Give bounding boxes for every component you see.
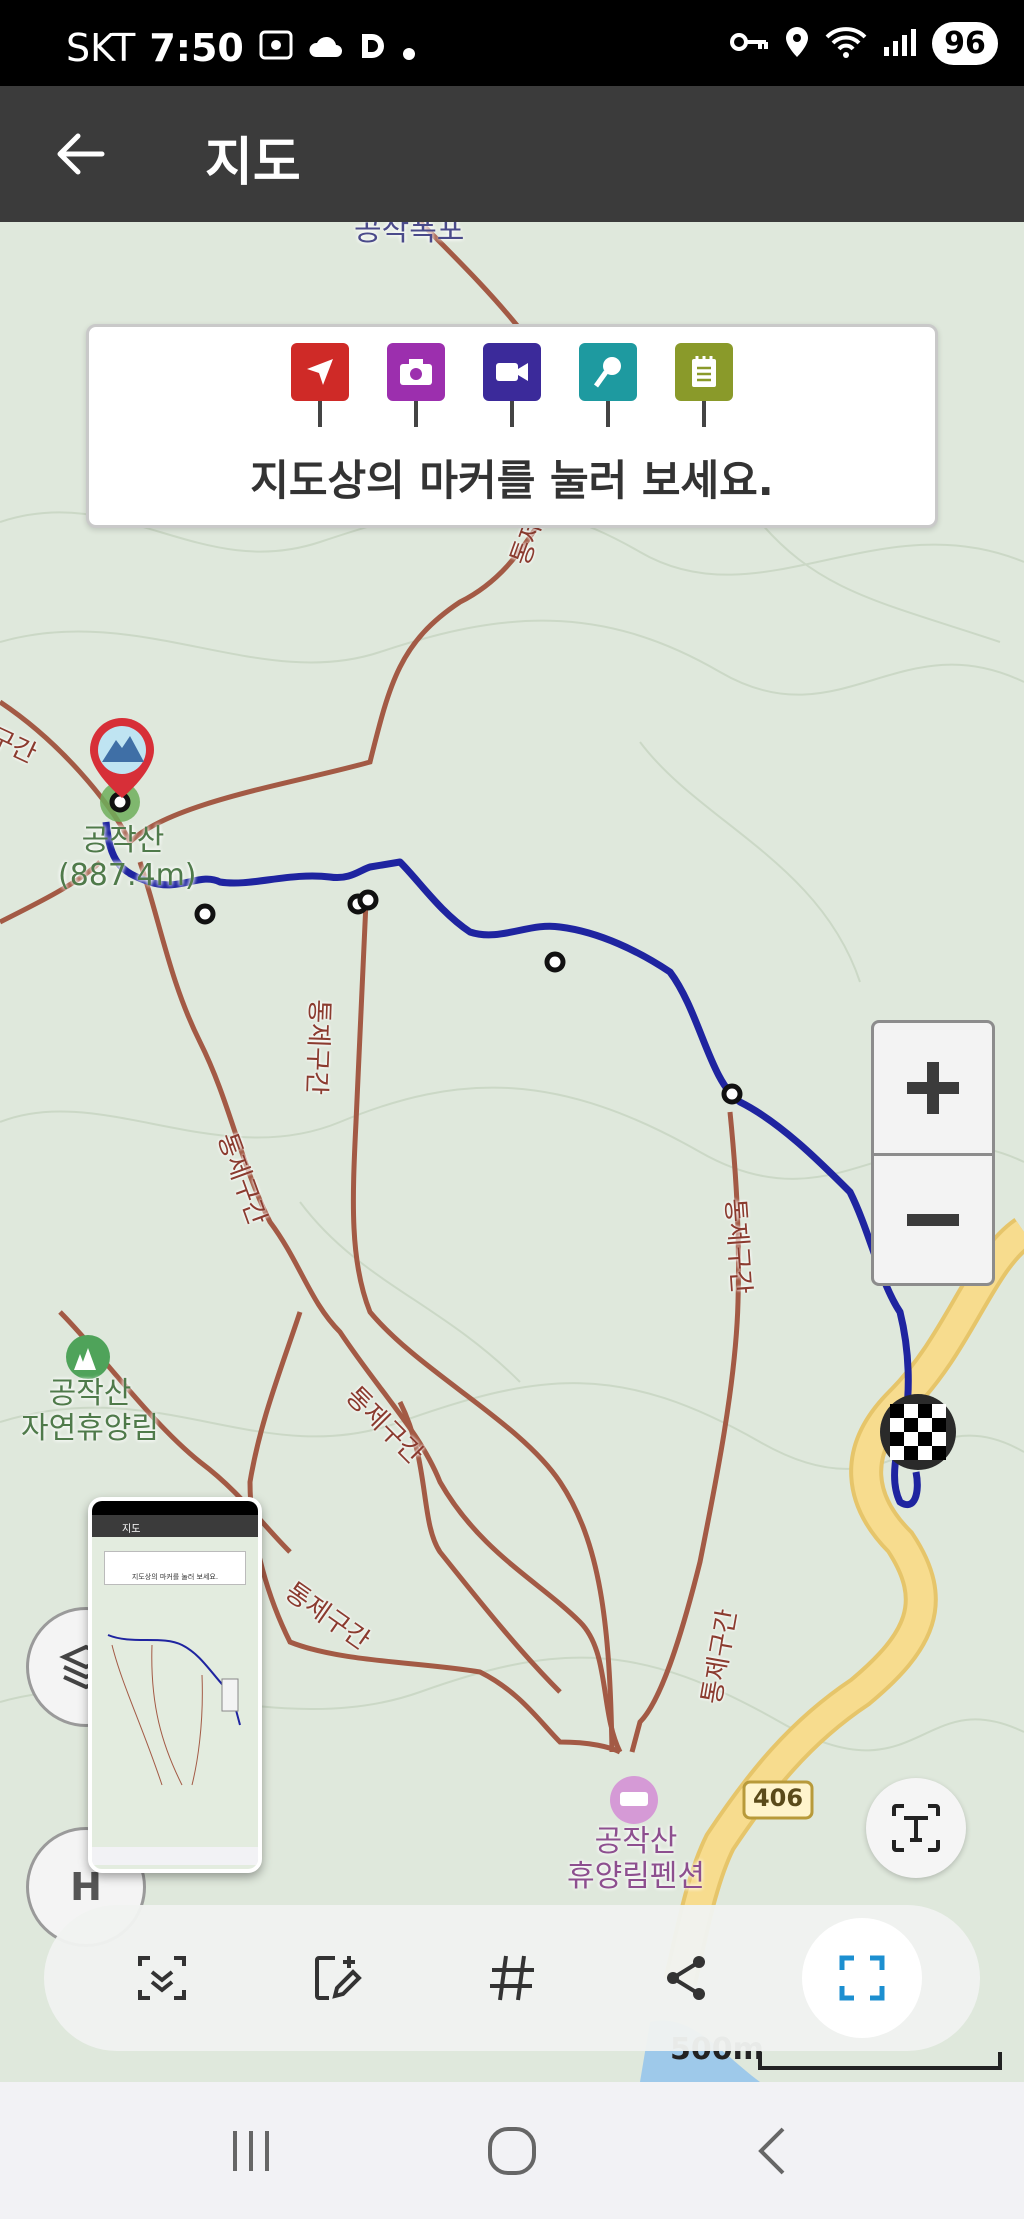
hashtag-icon [489,1955,534,2001]
battery-indicator: 96 [932,22,998,65]
pension-name-line2: 휴양림펜션 [567,1858,705,1894]
system-nav-bar [0,2082,1024,2219]
notepad-marker-icon [675,343,733,431]
scale-bar [758,2052,1002,2070]
thumb-legend: 지도상의 마커를 눌러 보세요. [104,1551,246,1585]
back-chevron-icon [758,2127,785,2174]
video-marker-icon [483,343,541,431]
peak-height: (887.4m) [58,857,197,893]
recent-apps-button[interactable] [206,2106,296,2196]
forest-name-line2: 자연휴양림 [21,1410,159,1446]
scroll-capture-icon [137,1956,186,2000]
road-number: 406 [752,1784,804,1812]
scroll-capture-button[interactable] [102,1918,222,2038]
screenshot-toolbar [44,1905,980,2051]
thumb-hint: 지도상의 마커를 눌러 보세요. [131,1573,219,1581]
pension-label: 공작산 휴양림펜션 [556,1824,716,1894]
recents-icon [232,2130,269,2171]
zoom-in-button[interactable] [874,1023,992,1153]
page-title: 지도 [205,133,301,193]
app-bar: 지도 [0,86,1024,222]
edit-icon [314,1956,362,2000]
thumb-title: 지도 [122,1524,141,1535]
carrier-label: SKT [66,26,136,70]
minus-icon [907,1213,959,1226]
microphone-marker-icon [579,343,637,431]
zoom-out-button[interactable] [874,1153,992,1283]
cloud-icon [308,26,344,70]
peak-label: 공작산 (887.4m) [58,823,197,893]
plus-icon [907,1062,959,1114]
thumb-status-bar [92,1501,258,1515]
peak-name: 공작산 [81,823,165,858]
forest-name-line1: 공작산 [48,1376,132,1411]
home-button[interactable] [467,2106,557,2196]
back-arrow-icon[interactable] [52,126,108,182]
home-icon [487,2126,536,2175]
camera-marker-icon [387,343,445,431]
legend-hint: 지도상의 마커를 눌러 보세요. [250,456,774,505]
signal-icon [882,27,918,61]
edit-button[interactable] [277,1918,397,2038]
extract-text-button[interactable] [866,1778,966,1878]
route-label: 통제구간 [719,1197,756,1295]
share-icon [667,1956,706,2000]
thumb-app-bar: 지도 [92,1515,258,1537]
navigation-marker-icon [291,343,349,431]
location-icon [784,25,810,63]
route-label: 통제구간 [300,998,335,1096]
crop-button[interactable] [802,1918,923,2038]
status-bar: SKT 7:50 96 [0,0,1024,86]
pension-name-line1: 공작산 [594,1824,678,1859]
wifi-icon [824,25,868,63]
dot-icon [402,26,416,70]
back-button[interactable] [728,2106,818,2196]
app-d-icon [358,26,388,70]
zoom-controls [871,1020,995,1286]
forest-label: 공작산 자연휴양림 [10,1376,170,1446]
tag-button[interactable] [452,1918,572,2038]
crop-icon [839,1955,885,2001]
text-scan-icon [892,1804,940,1852]
screenshot-thumbnail[interactable]: 지도 지도상의 마커를 눌러 보세요. [88,1497,262,1873]
share-button[interactable] [627,1918,747,2038]
clock: 7:50 [149,26,244,70]
screenshot-icon [258,26,294,70]
top-partial-label: 공작폭포 [354,222,465,248]
thumb-map [92,1634,258,1865]
map-view[interactable]: 공작폭포 공작산 (887.4m) 공작산 자연휴양림 공작산 휴양림펜션 40… [0,222,1024,2082]
marker-legend-card: 지도상의 마커를 눌러 보세요. [86,324,938,528]
key-icon [730,29,770,59]
